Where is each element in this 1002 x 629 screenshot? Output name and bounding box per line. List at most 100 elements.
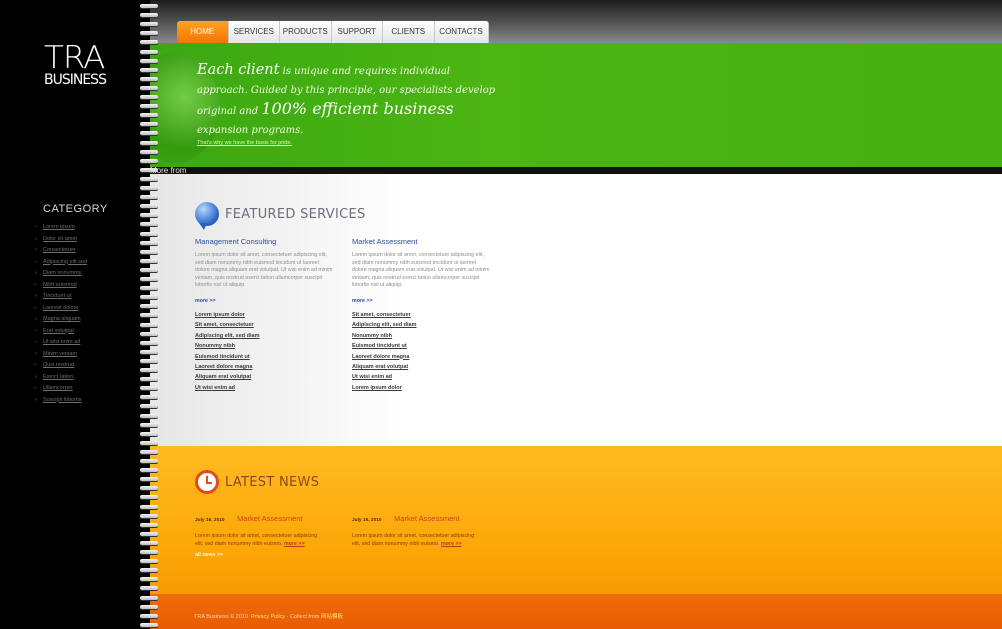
category-item[interactable]: » Adipiscing elit sed — [34, 259, 87, 271]
spiral-ring — [140, 568, 158, 573]
service-column: Market Assessment Lorem ipsum dolor sit … — [352, 237, 492, 395]
bullet-icon: » — [34, 293, 38, 299]
category-item[interactable]: » Minim veniam — [34, 351, 87, 363]
spiral-ring — [140, 313, 158, 318]
category-item[interactable]: » Nibh euismod — [34, 282, 87, 294]
spiral-ring — [140, 622, 158, 627]
service-link[interactable]: Aliquam erat volutpat — [195, 374, 335, 384]
main-nav: HOME SERVICES PRODUCTS SUPPORT CLIENTS CONTAC… — [177, 21, 489, 43]
spiral-ring — [140, 322, 158, 327]
service-heading[interactable]: Market Assessment — [352, 237, 492, 246]
category-label: Diam nonummy — [43, 270, 82, 276]
service-link[interactable]: Laoreet dolore magna — [195, 364, 335, 374]
more-from-label: More from — [150, 166, 187, 175]
spiral-ring — [140, 204, 158, 209]
news-item: July 16, 2010 Market Assessment Lorem ip… — [195, 508, 320, 548]
category-item[interactable]: » Tincidunt ut — [34, 293, 87, 305]
spiral-ring — [140, 413, 158, 418]
spiral-binding — [140, 0, 162, 629]
service-link[interactable]: Laoreet dolore magna — [352, 354, 492, 364]
all-news-link[interactable]: all news >> — [195, 552, 223, 558]
category-item[interactable]: » Laoreet dolore — [34, 305, 87, 317]
spiral-ring — [140, 449, 158, 454]
bullet-icon: » — [34, 224, 38, 230]
news-date: July 16, 2010 — [195, 518, 225, 523]
category-label: Ullamcorper — [43, 385, 73, 391]
spiral-ring — [140, 58, 158, 63]
service-link[interactable]: Adipiscing elit, sed diam — [352, 322, 492, 332]
category-item[interactable]: » Ut wisi enim ad — [34, 339, 87, 351]
service-link[interactable]: Ut wisi enim ad — [352, 374, 492, 384]
hero-banner: Each client is unique and requires indiv… — [150, 43, 1002, 168]
service-heading[interactable]: Management Consulting — [195, 237, 335, 246]
logo-line1: TRA — [44, 40, 105, 76]
news-item-title[interactable]: Market Assessment — [394, 514, 459, 523]
category-item[interactable]: » Erat volutpat — [34, 328, 87, 340]
category-item[interactable]: » Diam nonummy — [34, 270, 87, 282]
category-item[interactable]: » Exerci tation — [34, 374, 87, 386]
spiral-ring — [140, 295, 158, 300]
hero-link[interactable]: That's why we have the basis for pride. — [197, 140, 292, 146]
category-label: Laoreet dolore — [43, 304, 79, 311]
spiral-ring — [140, 468, 158, 473]
service-link[interactable]: Euismod tincidunt ut — [352, 343, 492, 353]
spiral-ring — [140, 140, 158, 145]
footer-source-link[interactable]: 网站模板 — [321, 614, 343, 620]
spiral-ring — [140, 358, 158, 363]
spiral-ring — [140, 486, 158, 491]
news-item-title[interactable]: Market Assessment — [237, 514, 302, 523]
bullet-icon: » — [34, 247, 38, 253]
spiral-ring — [140, 277, 158, 281]
service-link[interactable]: Ut wisi enim ad — [195, 385, 335, 395]
category-label: Dolor sit amet — [43, 235, 77, 242]
spiral-ring — [140, 531, 158, 536]
category-label: Quis nostrud — [43, 362, 75, 368]
category-item[interactable]: » Ullamcorper — [34, 385, 87, 397]
service-link[interactable]: Lorem ipsum dolor — [195, 312, 335, 322]
service-link[interactable]: Sit amet, consectetuer — [352, 312, 492, 322]
spiral-ring — [140, 550, 158, 554]
service-more-link[interactable]: more >> — [352, 298, 492, 304]
service-more-link[interactable]: more >> — [195, 298, 335, 304]
service-body: Lorem ipsum dolor sit amet, consectetuer… — [195, 252, 333, 289]
service-link[interactable]: Sit amet, consectetuer — [195, 322, 335, 332]
category-item[interactable]: » Suscipit lobortis — [34, 397, 87, 409]
spiral-ring — [140, 4, 158, 8]
spiral-ring — [140, 13, 158, 18]
nav-tab-products[interactable]: PRODUCTS — [280, 21, 332, 43]
nav-tab-home[interactable]: HOME — [177, 21, 229, 43]
news-item: July 16, 2010 Market Assessment Lorem ip… — [352, 508, 477, 548]
spiral-ring — [140, 595, 158, 600]
category-label: Consectetuer — [43, 247, 76, 253]
service-link[interactable]: Lorem ipsum dolor — [352, 385, 492, 395]
category-item[interactable]: » Dolor sit amet — [34, 236, 87, 248]
category-item[interactable]: » Lorem ipsum — [34, 224, 87, 236]
privacy-policy-link[interactable]: Privacy Policy — [251, 614, 285, 620]
category-item[interactable]: » Magna aliquam — [34, 316, 87, 328]
spiral-ring — [140, 349, 158, 354]
spiral-ring — [140, 267, 158, 272]
service-link[interactable]: Euismod tincidunt ut — [195, 354, 335, 364]
nav-tab-services[interactable]: SERVICES — [228, 21, 280, 43]
service-link[interactable]: Adipiscing elit, sed diam — [195, 333, 335, 343]
nav-tab-clients[interactable]: CLIENTS — [383, 21, 435, 43]
spiral-ring — [140, 340, 158, 345]
service-link[interactable]: Nonummy nibh — [352, 333, 492, 343]
category-item[interactable]: » Quis nostrud — [34, 362, 87, 374]
spiral-ring — [140, 331, 158, 336]
service-link[interactable]: Aliquam erat volutpat — [352, 364, 492, 374]
nav-tab-support[interactable]: SUPPORT — [331, 21, 383, 43]
bullet-icon: » — [34, 339, 38, 345]
news-more-link[interactable]: more >> — [441, 541, 462, 547]
hero-lead: Each client — [197, 62, 280, 78]
category-item[interactable]: » Consectetuer — [34, 247, 87, 259]
category-list: » Lorem ipsum » Dolor sit amet » Consectetuer… — [34, 224, 87, 408]
nav-tab-contacts[interactable]: CONTACTS — [434, 21, 489, 43]
bullet-icon: » — [34, 281, 38, 288]
bullet-icon: » — [34, 385, 38, 391]
service-link[interactable]: Nonummy nibh — [195, 343, 335, 353]
logo[interactable]: TRA BUSINESS — [44, 40, 107, 89]
speech-bubble-icon — [195, 202, 219, 230]
news-more-link[interactable]: more >> — [284, 541, 305, 547]
spiral-ring — [140, 377, 158, 382]
